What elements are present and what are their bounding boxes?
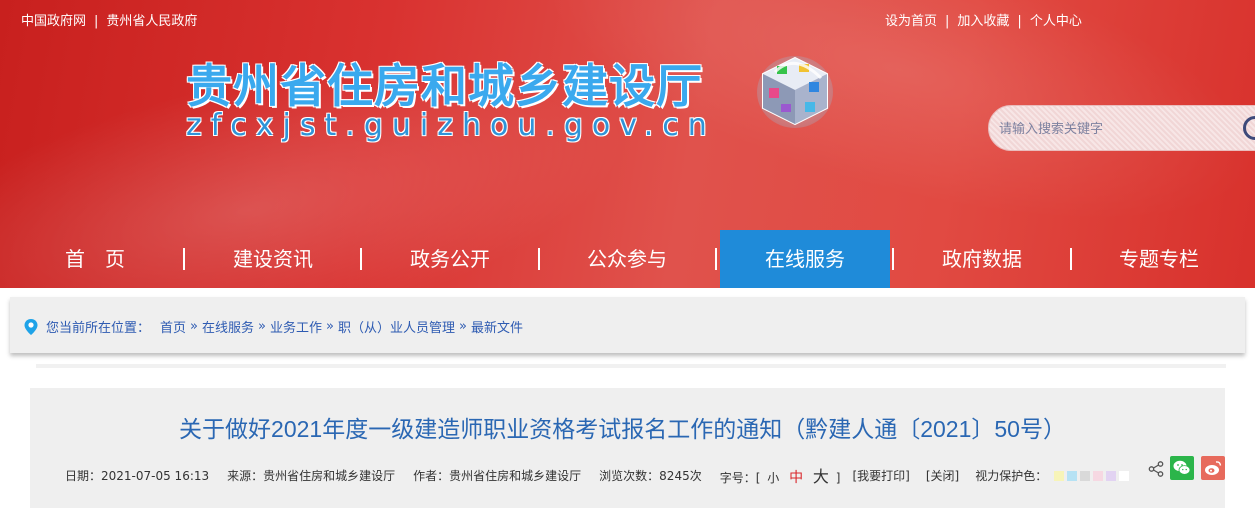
eye-color-swatch[interactable]	[1080, 470, 1091, 481]
breadcrumb-separator: »	[458, 319, 467, 334]
logo-cube-icon	[757, 56, 833, 128]
article-meta: 日期：2021-07-05 16:13 来源：贵州省住房和城乡建设厅 作者：贵州…	[65, 463, 1130, 487]
breadcrumb-separator: »	[258, 319, 266, 334]
eye-color-swatch[interactable]	[1119, 470, 1130, 481]
nav-divider	[360, 248, 362, 270]
nav-divider	[892, 248, 894, 270]
font-size-label: 字号：[	[719, 471, 761, 485]
breadcrumb-business-work[interactable]: 业务工作	[270, 317, 322, 336]
topbar-left-links: 中国政府网 | 贵州省人民政府	[21, 14, 198, 29]
breadcrumb-separator: »	[190, 319, 198, 334]
breadcrumb-separator: »	[326, 319, 334, 334]
nav-home[interactable]: 首 页	[20, 230, 170, 288]
weibo-share-icon[interactable]	[1201, 456, 1225, 480]
main-nav: 首 页 建设资讯 政务公开 公众参与 在线服务 政府数据 专题专栏	[0, 230, 1255, 288]
nav-government-affairs[interactable]: 政务公开	[375, 230, 525, 288]
font-size-large-button[interactable]: 大	[813, 467, 829, 486]
article-author: 作者：贵州省住房和城乡建设厅	[413, 468, 582, 483]
eye-color-swatches	[1051, 468, 1130, 482]
nav-public-participation[interactable]: 公众参与	[552, 230, 702, 288]
search-input[interactable]	[999, 116, 1229, 140]
link-guizhou-gov[interactable]: 贵州省人民政府	[106, 14, 197, 29]
font-size-medium-button[interactable]: 中	[789, 470, 803, 486]
breadcrumb-personnel-management[interactable]: 职（从）业人员管理	[338, 317, 455, 336]
nav-construction-news[interactable]: 建设资讯	[198, 230, 348, 288]
nav-online-services[interactable]: 在线服务	[720, 230, 890, 288]
site-logo-title[interactable]: 贵州省住房和城乡建设厅	[186, 50, 703, 116]
close-button[interactable]: [关闭]	[926, 467, 959, 484]
print-button[interactable]: [我要打印]	[852, 467, 909, 484]
nav-divider	[538, 248, 540, 270]
article-title: 关于做好2021年度一级建造师职业资格考试报名工作的通知（黔建人通〔2021〕5…	[179, 416, 1066, 442]
nav-special-topics[interactable]: 专题专栏	[1084, 230, 1234, 288]
breadcrumb: 您当前所在位置： 首页 » 在线服务 » 业务工作 » 职（从）业人员管理 » …	[10, 297, 1245, 353]
share-icon[interactable]	[1148, 461, 1164, 477]
article-views: 浏览次数：8245次	[599, 468, 702, 483]
eye-color-swatch[interactable]	[1067, 470, 1078, 481]
article-date: 日期：2021-07-05 16:13	[65, 468, 210, 483]
breadcrumb-online-services[interactable]: 在线服务	[202, 317, 254, 336]
location-pin-icon	[24, 318, 38, 335]
font-size-small-button[interactable]: 小	[767, 471, 779, 485]
divider	[36, 364, 1226, 368]
eye-color-swatch[interactable]	[1054, 470, 1065, 481]
article-header: 关于做好2021年度一级建造师职业资格考试报名工作的通知（黔建人通〔2021〕5…	[30, 388, 1225, 508]
personal-center-link[interactable]: 个人中心	[1030, 14, 1082, 29]
eye-color-swatch[interactable]	[1093, 470, 1104, 481]
font-size-close-bracket: ]	[835, 471, 841, 485]
search-icon[interactable]	[1243, 116, 1255, 140]
wechat-share-icon[interactable]	[1170, 456, 1194, 480]
breadcrumb-home[interactable]: 首页	[160, 317, 186, 336]
eye-color-swatch[interactable]	[1106, 470, 1117, 481]
link-gov-cn[interactable]: 中国政府网	[21, 14, 86, 29]
eye-protection-label: 视力保护色：	[975, 468, 1048, 483]
nav-divider	[183, 248, 185, 270]
topbar-right-links: 设为首页 | 加入收藏 | 个人中心	[885, 14, 1082, 29]
breadcrumb-label: 您当前所在位置：	[46, 321, 151, 336]
add-favorite-link[interactable]: 加入收藏	[957, 14, 1009, 29]
font-size-control: 字号：[ 小 中 大 ]	[720, 463, 841, 487]
nav-divider	[715, 248, 717, 270]
article-source: 来源：贵州省住房和城乡建设厅	[227, 468, 396, 483]
nav-government-data[interactable]: 政府数据	[907, 230, 1057, 288]
breadcrumb-latest-documents[interactable]: 最新文件	[471, 317, 523, 336]
search-box	[988, 105, 1255, 151]
set-homepage-link[interactable]: 设为首页	[885, 14, 937, 29]
site-logo-url: zfcxjst.guizhou.gov.cn	[186, 108, 716, 143]
nav-divider	[1070, 248, 1072, 270]
